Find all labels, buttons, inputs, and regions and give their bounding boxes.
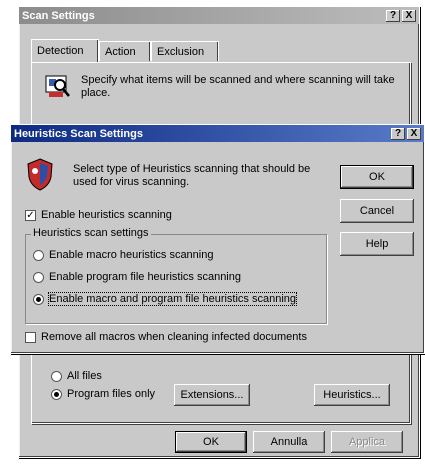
- heuristics-description: Select type of Heuristics scanning that …: [73, 163, 311, 188]
- shield-icon: [25, 157, 55, 191]
- radio-program-indicator[interactable]: [33, 271, 44, 283]
- extensions-button[interactable]: Extensions...: [174, 384, 250, 406]
- scan-info-icon: [45, 73, 71, 99]
- help-icon[interactable]: ?: [386, 9, 400, 22]
- heuristics-title: Heuristics Scan Settings: [14, 127, 143, 140]
- scan-settings-titlebar[interactable]: Scan Settings ? X: [19, 7, 419, 24]
- heuristics-dialog: Heuristics Scan Settings ? X Select type…: [10, 124, 425, 354]
- applica-button: Applica: [331, 431, 403, 453]
- radio-program-heuristics[interactable]: Enable program file heuristics scanning: [33, 271, 241, 283]
- remove-macros-label: Remove all macros when cleaning infected…: [41, 331, 307, 343]
- radio-all-files-indicator[interactable]: [51, 370, 62, 382]
- scan-settings-title: Scan Settings: [22, 9, 95, 22]
- close-icon[interactable]: X: [402, 9, 416, 22]
- heuristics-titlebar[interactable]: Heuristics Scan Settings ? X: [11, 125, 424, 142]
- enable-heuristics-label: Enable heuristics scanning: [41, 209, 172, 221]
- dialog-ok-button[interactable]: OK: [340, 165, 414, 189]
- remove-macros-checkbox[interactable]: Remove all macros when cleaning infected…: [25, 331, 307, 343]
- radio-program-files-only[interactable]: Program files only: [51, 388, 155, 400]
- help-icon[interactable]: ?: [391, 127, 405, 140]
- radio-all-files[interactable]: All files: [51, 370, 102, 382]
- enable-heuristics-check[interactable]: ✓: [25, 209, 36, 221]
- dialog-cancel-button[interactable]: Cancel: [340, 199, 414, 223]
- radio-macro-and-program-label: Enable macro and program file heuristics…: [47, 292, 298, 306]
- annulla-button[interactable]: Annulla: [253, 431, 325, 453]
- heuristics-button[interactable]: Heuristics...: [314, 384, 390, 406]
- enable-heuristics-checkbox[interactable]: ✓ Enable heuristics scanning: [25, 209, 172, 221]
- close-icon[interactable]: X: [407, 127, 421, 140]
- radio-all-files-label: All files: [67, 370, 102, 382]
- tab-exclusion[interactable]: Exclusion: [151, 41, 219, 61]
- ok-button[interactable]: OK: [175, 431, 247, 453]
- remove-macros-check[interactable]: [25, 331, 36, 343]
- radio-program-files-indicator[interactable]: [51, 388, 62, 400]
- tab-detection[interactable]: Detection: [31, 39, 99, 62]
- dialog-help-button[interactable]: Help: [340, 232, 414, 256]
- radio-macro-and-program-heuristics[interactable]: Enable macro and program file heuristics…: [33, 292, 298, 306]
- radio-macro-indicator[interactable]: [33, 249, 44, 261]
- radio-macro-and-program-indicator[interactable]: [33, 293, 44, 305]
- heuristics-group-label: Heuristics scan settings: [31, 227, 151, 239]
- tab-action[interactable]: Action: [99, 41, 151, 61]
- radio-program-files-label: Program files only: [67, 388, 156, 400]
- radio-program-label: Enable program file heuristics scanning: [49, 271, 241, 283]
- radio-macro-label: Enable macro heuristics scanning: [49, 249, 214, 261]
- radio-macro-heuristics[interactable]: Enable macro heuristics scanning: [33, 249, 213, 261]
- scan-description: Specify what items will be scanned and w…: [81, 74, 395, 99]
